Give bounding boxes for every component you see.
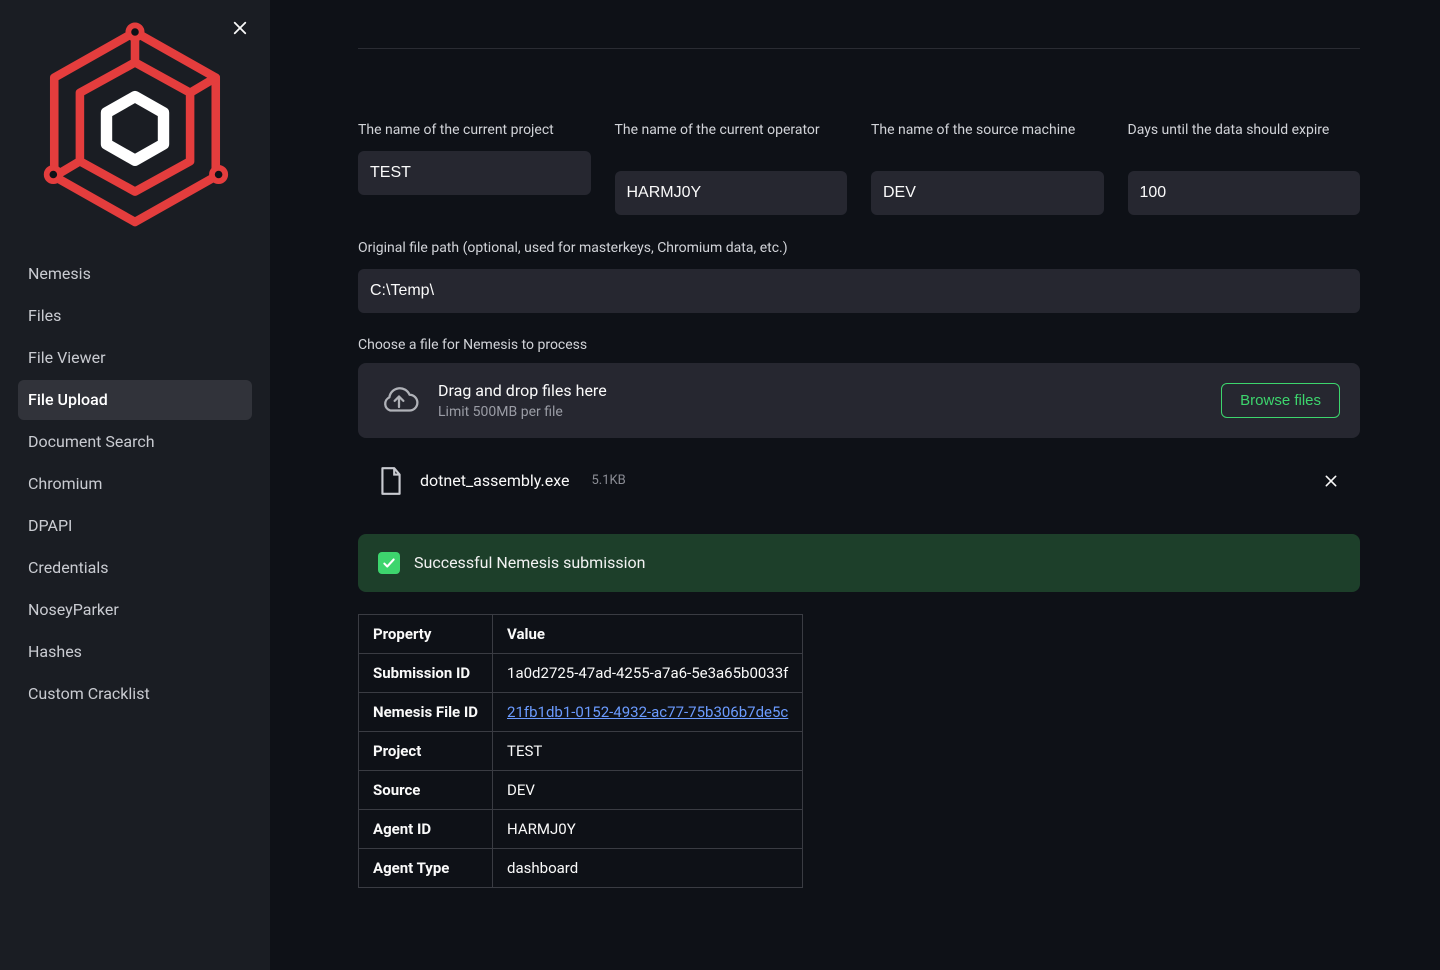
result-key: Nemesis File ID	[359, 692, 493, 731]
result-value: 21fb1db1-0152-4932-ac77-75b306b7de5c	[493, 692, 803, 731]
sidebar-item-chromium[interactable]: Chromium	[18, 464, 252, 504]
expire-label: Days until the data should expire	[1128, 121, 1361, 161]
file-dropzone[interactable]: Drag and drop files here Limit 500MB per…	[358, 363, 1360, 438]
sidebar-item-dpapi[interactable]: DPAPI	[18, 506, 252, 546]
project-input[interactable]	[358, 151, 591, 195]
cloud-upload-icon	[378, 383, 420, 417]
dropzone-sub-text: Limit 500MB per file	[438, 404, 1203, 420]
close-sidebar-icon[interactable]	[228, 16, 252, 40]
result-header-value: Value	[493, 614, 803, 653]
result-table: Property Value Submission ID1a0d2725-47a…	[358, 614, 803, 888]
file-chooser-label: Choose a file for Nemesis to process	[358, 337, 1360, 353]
sidebar-nav: NemesisFilesFile ViewerFile UploadDocume…	[18, 254, 252, 714]
operator-label: The name of the current operator	[615, 121, 848, 161]
sidebar-item-files[interactable]: Files	[18, 296, 252, 336]
success-banner: Successful Nemesis submission	[358, 534, 1360, 592]
result-key: Agent Type	[359, 848, 493, 887]
table-row: Agent Typedashboard	[359, 848, 803, 887]
sidebar-item-noseyparker[interactable]: NoseyParker	[18, 590, 252, 630]
dropzone-main-text: Drag and drop files here	[438, 381, 1203, 400]
expire-input[interactable]	[1128, 171, 1361, 215]
origpath-label: Original file path (optional, used for m…	[358, 239, 1360, 259]
result-value: 1a0d2725-47ad-4255-a7a6-5e3a65b0033f	[493, 653, 803, 692]
success-message: Successful Nemesis submission	[414, 553, 645, 572]
source-label: The name of the source machine	[871, 121, 1104, 161]
project-label: The name of the current project	[358, 121, 591, 141]
operator-input[interactable]	[615, 171, 848, 215]
table-row: ProjectTEST	[359, 731, 803, 770]
logo	[18, 22, 252, 232]
sidebar-item-file-upload[interactable]: File Upload	[18, 380, 252, 420]
sidebar-item-custom-cracklist[interactable]: Custom Cracklist	[18, 674, 252, 714]
sidebar-item-document-search[interactable]: Document Search	[18, 422, 252, 462]
table-row: Agent IDHARMJ0Y	[359, 809, 803, 848]
result-value: TEST	[493, 731, 803, 770]
uploaded-file-name: dotnet_assembly.exe	[420, 471, 569, 490]
source-input[interactable]	[871, 171, 1104, 215]
result-key: Source	[359, 770, 493, 809]
file-icon	[378, 466, 404, 496]
check-icon	[378, 552, 400, 574]
origpath-input[interactable]	[358, 269, 1360, 313]
result-value: dashboard	[493, 848, 803, 887]
result-value: HARMJ0Y	[493, 809, 803, 848]
result-header-property: Property	[359, 614, 493, 653]
table-row: Nemesis File ID 21fb1db1-0152-4932-ac77-7…	[359, 692, 803, 731]
table-row: SourceDEV	[359, 770, 803, 809]
sidebar-item-hashes[interactable]: Hashes	[18, 632, 252, 672]
sidebar-item-file-viewer[interactable]: File Viewer	[18, 338, 252, 378]
main-content: The name of the current project The name…	[270, 0, 1440, 970]
result-link[interactable]: 21fb1db1-0152-4932-ac77-75b306b7de5c	[507, 703, 788, 721]
sidebar-item-nemesis[interactable]: Nemesis	[18, 254, 252, 294]
sidebar: NemesisFilesFile ViewerFile UploadDocume…	[0, 0, 270, 970]
section-divider	[358, 48, 1360, 49]
uploaded-file-size: 5.1KB	[591, 473, 625, 488]
result-key: Submission ID	[359, 653, 493, 692]
remove-file-icon[interactable]	[1320, 470, 1342, 492]
table-row: Submission ID1a0d2725-47ad-4255-a7a6-5e3…	[359, 653, 803, 692]
sidebar-item-credentials[interactable]: Credentials	[18, 548, 252, 588]
result-key: Project	[359, 731, 493, 770]
uploaded-file-row: dotnet_assembly.exe 5.1KB	[358, 456, 1360, 506]
browse-files-button[interactable]: Browse files	[1221, 383, 1340, 418]
result-key: Agent ID	[359, 809, 493, 848]
result-value: DEV	[493, 770, 803, 809]
